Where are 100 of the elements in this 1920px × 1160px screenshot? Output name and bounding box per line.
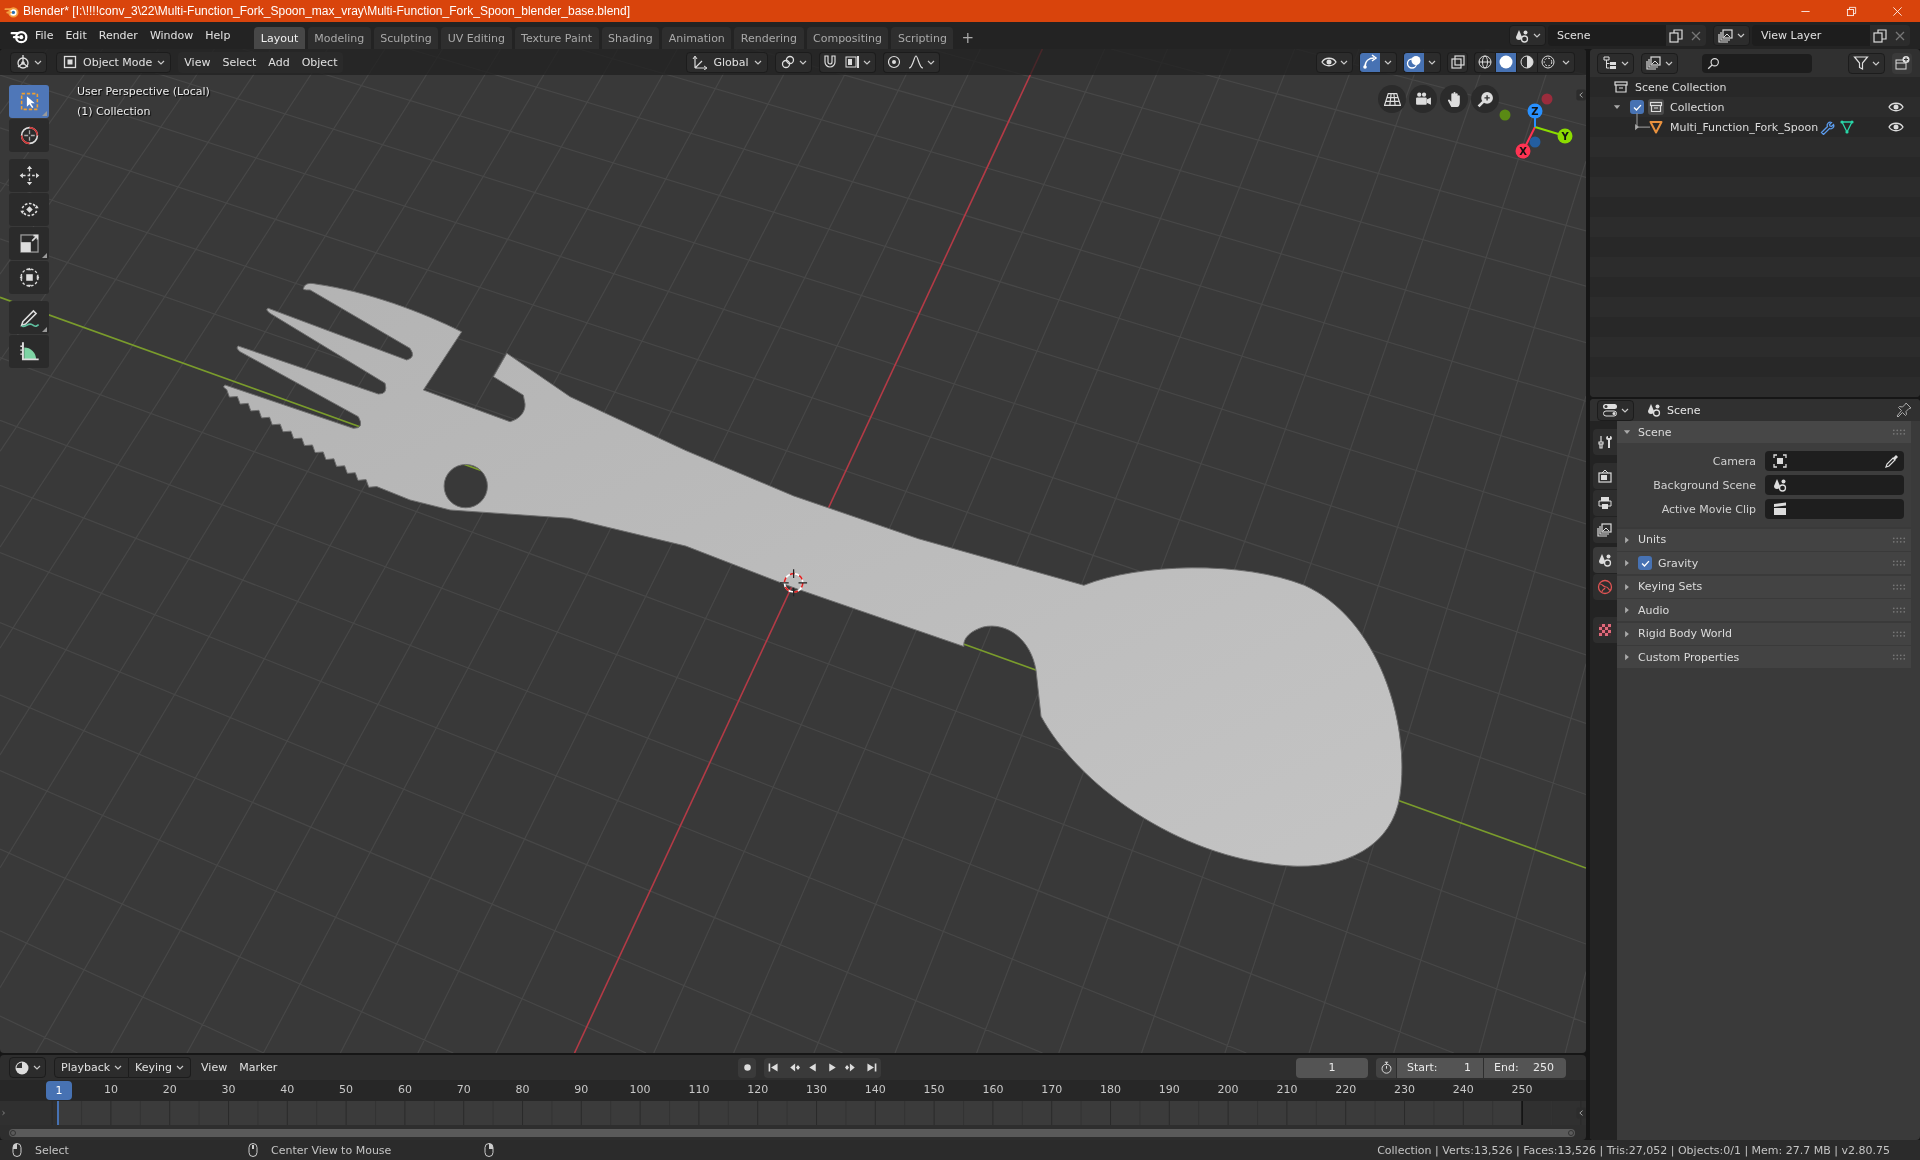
jump-to-start-button[interactable] [764,1057,784,1078]
visibility-dropdown[interactable] [1316,51,1353,73]
scrollbar[interactable] [9,1128,1575,1137]
pin-icon[interactable] [1896,402,1912,418]
view-layer-name-field[interactable]: View Layer [1752,25,1870,46]
view-layer-dropdown[interactable] [1713,25,1750,46]
stopwatch-button[interactable] [1376,1057,1396,1078]
pan-view-button[interactable] [1440,85,1468,113]
eyedropper-icon[interactable] [1884,453,1900,469]
editor-type-dropdown[interactable] [9,1057,46,1078]
menu-item[interactable]: Help [199,25,237,46]
menu-dropdown[interactable]: Playback [54,1057,130,1078]
properties-tab[interactable] [1593,617,1617,643]
menu-item[interactable]: Select [216,51,263,73]
camera-view-button[interactable] [1409,85,1437,113]
scene-name-field[interactable]: Scene [1548,25,1666,46]
3d-viewport[interactable]: Object Mode View Select Add Object Global User Perspective (Local) (1) Collection X Y Z [0,49,1586,1053]
copy-scene-button[interactable] [1666,25,1686,46]
display-mode-dropdown[interactable] [1597,52,1634,74]
xray-toggle[interactable] [1447,51,1468,73]
properties-tab[interactable] [1593,429,1617,455]
menu-dropdown[interactable]: Keying [129,1057,192,1078]
snap-toggle[interactable] [818,51,840,73]
copy-view-layer-button[interactable] [1870,25,1890,46]
transform-tool[interactable] [9,261,49,294]
checkbox[interactable] [1638,556,1652,570]
scale-tool[interactable] [9,227,49,260]
menu-item[interactable]: Object [295,51,344,73]
panel-header[interactable]: Custom Properties [1617,646,1911,668]
axis-dot-icon[interactable] [1541,93,1553,105]
shading-button[interactable] [1474,51,1495,73]
workspace-tab[interactable]: UV Editing [441,27,512,49]
panel-header[interactable]: Rigid Body World [1617,622,1911,645]
filter-dropdown[interactable] [1848,52,1885,74]
panel-header[interactable]: Gravity [1617,552,1911,574]
outliner-item[interactable]: Collection [1670,100,1725,114]
panel-header[interactable]: Scene [1617,421,1911,443]
properties-tab[interactable] [1593,463,1617,489]
axis-dot-icon[interactable] [1529,136,1541,148]
outliner-item[interactable]: Multi_Function_Fork_Spoon [1670,120,1819,134]
properties-tab[interactable] [1593,547,1617,573]
properties-tab[interactable] [1593,490,1617,516]
picker-field[interactable] [1765,451,1904,471]
panel-header[interactable]: Keying Sets [1617,575,1911,598]
axis-handle[interactable]: Y [1534,126,1573,144]
current-frame-field[interactable]: 1 [1296,1057,1368,1078]
annotate-tool[interactable] [9,301,49,334]
workspace-tab[interactable]: Modeling [307,27,371,49]
menu-item[interactable]: File [29,25,60,46]
start-frame-field[interactable]: Start: 1 [1397,1057,1483,1078]
menu-item[interactable]: View [195,1057,234,1078]
new-collection-button[interactable] [1892,52,1912,74]
add-workspace-button[interactable]: + [956,27,979,49]
shading-button[interactable] [1537,51,1558,73]
axis-handle[interactable]: X [1515,126,1536,159]
workspace-tab[interactable]: Rendering [734,27,804,49]
panel-header[interactable]: Units [1617,528,1911,551]
cursor-tool[interactable] [9,119,49,152]
jump-to-end-button[interactable] [861,1057,882,1078]
menu-item[interactable]: Edit [59,25,93,46]
remove-view-layer-button[interactable] [1890,25,1910,46]
select-tool[interactable] [9,85,49,118]
overlay-toggle[interactable] [1403,51,1424,73]
playhead[interactable]: 1 [46,1081,72,1100]
workspace-tab[interactable]: Sculpting [373,27,439,49]
search-field[interactable] [1702,53,1812,73]
orientation-dropdown[interactable]: Global [686,51,768,73]
sidebar-toggle-icon[interactable] [1575,87,1586,103]
menu-item[interactable]: Render [92,25,144,46]
shading-button[interactable] [1495,51,1516,73]
axis-dot-icon[interactable] [1499,109,1511,121]
proportional-editing-toggle[interactable] [882,51,904,73]
editor-type-dropdown[interactable] [10,51,47,73]
remove-scene-button[interactable] [1686,25,1706,46]
menu-item[interactable]: Window [143,25,200,46]
menu-item[interactable]: Add [262,51,296,73]
view-layer-filter-dropdown[interactable] [1641,52,1678,74]
pivot-dropdown[interactable] [774,51,812,73]
workspace-tab[interactable]: Texture Paint [514,27,599,49]
scene-dropdown[interactable] [1509,25,1546,46]
shading-button[interactable] [1516,51,1537,73]
checkbox[interactable] [1630,100,1644,114]
panel-header[interactable]: Audio [1617,599,1911,621]
workspace-tab[interactable]: Scripting [891,27,954,49]
rotate-tool[interactable] [9,193,49,226]
falloff-dropdown[interactable] [903,51,940,73]
end-frame-field[interactable]: End: 250 [1484,1057,1566,1078]
snap-dropdown[interactable] [839,51,876,73]
workspace-tab[interactable]: Shading [601,27,660,49]
gizmo-toggle[interactable] [1359,51,1380,73]
editor-type-dropdown[interactable] [1597,399,1634,421]
picker-field[interactable] [1765,475,1904,495]
measure-tool[interactable] [9,335,49,368]
spork-model[interactable] [223,282,1403,867]
outliner-item[interactable]: Scene Collection [1635,80,1727,94]
picker-field[interactable] [1765,499,1904,519]
menu-item[interactable]: View [178,51,217,73]
move-tool[interactable] [9,159,49,192]
menu-item[interactable]: Marker [233,1057,284,1078]
workspace-tab[interactable]: Layout [254,27,305,49]
